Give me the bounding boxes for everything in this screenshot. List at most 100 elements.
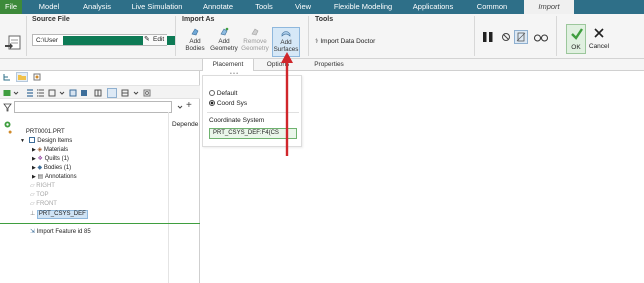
separator <box>556 16 557 56</box>
bodies-label: Bodies (1) <box>43 165 72 171</box>
ok-label: OK <box>571 44 581 51</box>
add-geometry-button[interactable]: Add Geometry <box>210 27 238 57</box>
tab-view[interactable]: View <box>290 0 316 14</box>
tab-annotate[interactable]: Annotate <box>198 0 238 14</box>
favorites-icon[interactable] <box>33 73 41 81</box>
edit-button[interactable]: ✎ Edit <box>143 35 167 45</box>
tab-analysis[interactable]: Analysis <box>80 0 114 14</box>
tree-item-import-feature[interactable]: ⇲ Import Feature id 85 <box>30 228 91 237</box>
close-icon <box>594 28 604 38</box>
radio-default-circle <box>209 90 215 97</box>
materials-label: Materials <box>43 147 69 153</box>
tree-item-top[interactable]: ▱ TOP <box>30 191 49 200</box>
no-preview-icon[interactable] <box>501 32 511 42</box>
annotations-label: Annotations <box>44 174 77 180</box>
radio-default[interactable]: Default <box>209 90 237 98</box>
tab-flexible-modeling[interactable]: Flexible Modeling <box>330 0 396 14</box>
remove-geometry-label: Remove Geometry <box>241 38 269 52</box>
expand-arrow-icon: ▶ <box>32 156 36 162</box>
tree-toolbar <box>0 85 200 99</box>
list-view-icon[interactable] <box>37 89 45 97</box>
tree-item-bodies[interactable]: ▶ ◆ Bodies (1) <box>32 164 71 173</box>
model-tree-pane: + Depende ● PRT0001.PRT ▼ Design Items ▶… <box>0 71 200 283</box>
tree-item-csys[interactable]: ⊥ PRT_CSYS_DEF <box>30 210 88 219</box>
quilts-icon: ❖ <box>37 156 43 162</box>
tree-item-materials[interactable]: ▶ ◈ Materials <box>32 146 68 155</box>
radio-default-label: Default <box>216 90 238 97</box>
design-items-icon <box>28 137 35 144</box>
source-file-path-text: C:\User <box>36 37 59 44</box>
tools-title: Tools <box>315 16 334 23</box>
red-arrow-annotation <box>281 52 293 156</box>
columns-icon[interactable] <box>94 89 102 97</box>
tree-item-right[interactable]: ▱ RIGHT <box>30 182 55 191</box>
import-feature-icon: ⇲ <box>30 229 36 235</box>
cancel-button[interactable]: Cancel <box>588 24 610 54</box>
filter-icon[interactable] <box>3 103 12 112</box>
import-as-title: Import As <box>182 16 215 23</box>
add-bodies-button[interactable]: Add Bodies <box>181 27 209 57</box>
add-geometry-icon <box>220 27 229 36</box>
show-icon[interactable] <box>80 89 88 97</box>
radio-coord-sys-circle <box>209 100 215 107</box>
tab-tools[interactable]: Tools <box>250 0 278 14</box>
top-plane-label: TOP <box>36 192 49 198</box>
expand-arrow-icon: ▶ <box>32 147 36 153</box>
design-items-label: Design Items <box>37 138 73 144</box>
model-tree-tab-icon[interactable] <box>3 73 11 81</box>
import-data-doctor-label: Import Data Doctor <box>320 38 376 45</box>
tab-live-simulation[interactable]: Live Simulation <box>128 0 186 14</box>
pause-icon[interactable] <box>482 31 494 43</box>
remove-geometry-button[interactable]: Remove Geometry <box>240 27 270 57</box>
insert-here-marker[interactable] <box>0 223 200 224</box>
check-icon <box>571 28 583 40</box>
dropdown-arrow-icon[interactable] <box>176 103 184 111</box>
dropdown-arrow-icon[interactable] <box>58 89 66 97</box>
front-plane-label: FRONT <box>36 201 57 207</box>
glasses-icon[interactable] <box>533 31 549 43</box>
annotations-icon: ▤ <box>37 174 44 180</box>
expand-icon[interactable] <box>121 89 129 97</box>
tab-properties[interactable]: Properties <box>306 59 352 71</box>
folder-browser-icon[interactable] <box>16 72 28 82</box>
layer-icon[interactable] <box>3 89 11 97</box>
tab-file[interactable]: File <box>0 0 22 14</box>
display-filter-icon[interactable] <box>69 89 77 97</box>
tab-common[interactable]: Common <box>472 0 512 14</box>
column-header-dependency[interactable]: Depende <box>172 121 198 128</box>
dropdown-arrow-icon[interactable] <box>12 89 20 97</box>
separator <box>175 16 176 56</box>
tree-item-annotations[interactable]: ▶ ▤ Annotations <box>32 173 77 182</box>
datum-plane-icon: ▱ <box>30 192 35 198</box>
collapse-icon: ▼ <box>20 138 25 144</box>
tree-settings-icon[interactable] <box>107 88 117 98</box>
tab-applications[interactable]: Applications <box>408 0 458 14</box>
import-icon <box>4 34 22 52</box>
ok-button[interactable]: OK <box>566 24 586 54</box>
dropdown-arrow-icon[interactable] <box>132 89 140 97</box>
edit-button-label: Edit <box>153 36 165 43</box>
tree-view-icon[interactable] <box>26 89 34 97</box>
hide-icon[interactable] <box>48 89 56 97</box>
import-data-doctor-button[interactable]: ⚕ Import Data Doctor <box>315 37 375 47</box>
coordinate-system-label: Coordinate System <box>209 117 265 124</box>
cancel-label: Cancel <box>588 43 610 50</box>
tree-item-design-items[interactable]: ▼ Design Items <box>20 137 72 146</box>
find-icon[interactable] <box>143 89 151 97</box>
tab-placement[interactable]: Placement <box>202 59 254 71</box>
column-divider <box>168 112 169 283</box>
radio-coord-sys[interactable]: Coord Sys <box>209 100 247 108</box>
add-icon[interactable]: + <box>186 101 196 111</box>
tab-model[interactable]: Model <box>34 0 64 14</box>
tab-import[interactable]: Import <box>524 0 574 14</box>
tree-root-label: PRT0001.PRT <box>25 129 65 135</box>
csys-label: PRT_CSYS_DEF <box>36 210 88 219</box>
expand-arrow-icon: ▶ <box>32 165 36 171</box>
tree-root[interactable]: ● PRT0001.PRT <box>8 128 65 137</box>
tree-item-front[interactable]: ▱ FRONT <box>30 200 57 209</box>
separator <box>26 16 27 56</box>
feature-preview-icon[interactable] <box>514 30 528 44</box>
expand-arrow-icon: ▶ <box>32 174 36 180</box>
tree-search-input[interactable] <box>14 101 172 113</box>
tree-item-quilts[interactable]: ▶ ❖ Quilts (1) <box>32 155 69 164</box>
